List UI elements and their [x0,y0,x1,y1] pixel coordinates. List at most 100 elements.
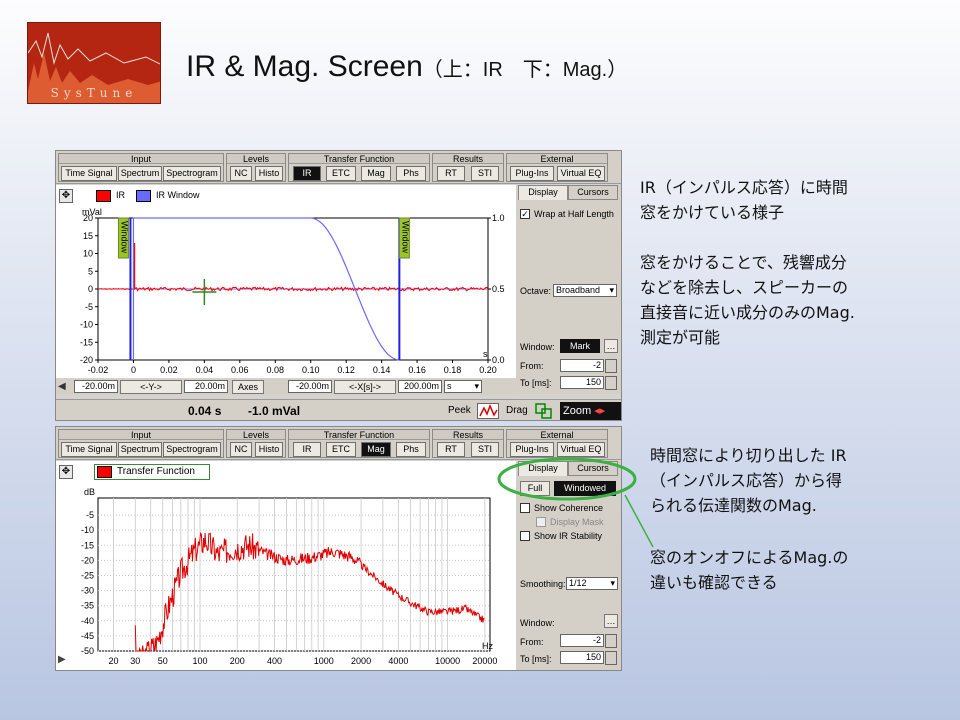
mag-y-tick-label: -15 [81,540,94,550]
drag-label: Drag [506,405,528,416]
ir-y-tick-label: 20 [83,213,93,223]
mag-y-tick-label: -50 [81,646,94,656]
spectrum-button[interactable]: Spectrum [118,442,162,457]
dropdown-arrow-icon: ▾ [609,285,614,295]
ir-status-bar: 0.04 s -1.0 mVal Peek Drag Zoom ◂▸ [56,399,621,420]
toolbar-group-input: Input Time Signal Spectrum Spectrogram [58,429,224,458]
spectrogram-button[interactable]: Spectrogram [163,166,221,181]
ir-chart: mVal20151050-5-10-15-201.00.50.0-0.02 0 0.… [80,207,505,375]
x-unit-select[interactable]: s ▾ [444,380,482,393]
y-scroll-button[interactable]: <-Y-> [120,380,182,394]
mag-x-tick-label: 1000 [314,656,334,666]
mag-plot-area[interactable]: ✥ Transfer Function dB -5 -10 -15 -20 -25 -30-… [56,461,516,670]
rt-button[interactable]: RT [437,442,465,457]
phs-button[interactable]: Phs [396,442,426,457]
axes-button[interactable]: Axes [232,380,264,394]
toolbar-group-results: Results RT STI [432,153,504,182]
mag-x-tick-label: 10000 [435,656,460,666]
group-label: External [507,430,607,440]
slide-title-main: IR & Mag. Screen [186,50,423,83]
mag-x-unit-label: Hz [482,641,493,651]
to-spinner-icon[interactable] [605,651,617,665]
to-spinner-icon[interactable] [605,376,617,390]
mark-button[interactable]: Mark [560,339,600,353]
mag-x-tick-label: 50 [158,656,168,666]
peek-label: Peek [448,405,471,416]
ir-button[interactable]: IR [293,166,321,181]
window-label: Window: [520,618,555,628]
note-line: （インパルス応答）から得 [650,471,843,490]
ir-x-tick-label: 0.06 [231,365,249,375]
window-options-button[interactable]: … [604,614,618,628]
plug-ins-button[interactable]: Plug-Ins [510,166,554,181]
toolbar-group-external: External Plug-Ins Virtual EQ [506,153,608,182]
zoom-button[interactable]: Zoom ◂▸ [560,402,621,420]
octave-select[interactable]: Broadband ▾ [553,284,617,297]
systune-logo: SysTune [27,22,161,104]
time-signal-button[interactable]: Time Signal [61,442,117,457]
note-line: IR（インパルス応答）に時間 [640,178,848,197]
toolbar-group-results: Results RT STI [432,429,504,458]
tab-cursors[interactable]: Cursors [568,185,618,200]
nc-button[interactable]: NC [230,166,252,181]
mag-button[interactable]: Mag [361,442,391,457]
ir-window-tick-label: 0.5 [492,284,505,294]
smoothing-value: 1/12 [569,578,587,588]
note-line: 窓のオンオフによるMag.の [650,548,849,567]
x-from-field[interactable]: -20.00m [288,380,332,393]
from-spinner-icon[interactable] [605,634,617,648]
smoothing-select[interactable]: 1/12 ▾ [566,577,618,590]
mag-x-tick-label: 200 [230,656,245,666]
window-tag-label: Window [119,221,129,254]
from-field[interactable]: -2 [560,634,604,647]
to-field[interactable]: 150 [560,651,604,664]
from-spinner-icon[interactable] [605,359,617,373]
spectrum-button[interactable]: Spectrum [118,166,162,181]
ir-x-tick-label: 0.16 [408,365,426,375]
x-scroll-button[interactable]: <-X[s]-> [334,380,396,394]
callout-arrow [624,494,654,548]
note-line: などを除去し、スピーカーの [640,278,849,297]
ir-plot-area[interactable]: ✥ IR IR Window mVal 20 15 10 5 0 -5 -10 -15 -20 1.… [56,185,516,378]
ir-x-tick-label: 0.20 [479,365,497,375]
peek-icon[interactable] [477,403,499,419]
sti-button[interactable]: STI [471,166,499,181]
note-line: られる伝達関数のMag. [650,496,817,515]
scroll-left-icon[interactable]: ◀ [58,381,66,392]
wrap-half-length-checkbox[interactable]: ✓ [520,209,530,219]
histo-button[interactable]: Histo [255,166,283,181]
etc-button[interactable]: ETC [326,442,356,457]
y-to-field[interactable]: 20.00m [184,380,228,393]
mag-y-tick-label: -40 [81,616,94,626]
octave-label: Octave: [520,286,552,296]
phs-button[interactable]: Phs [396,166,426,181]
rt-button[interactable]: RT [437,166,465,181]
window-tag-label: Window [400,221,410,254]
scroll-right-icon[interactable]: ▶ [58,654,66,665]
window-options-button[interactable]: … [604,339,618,353]
mag-x-tick-label: 2000 [351,656,371,666]
tab-display[interactable]: Display [518,185,568,200]
note-line: 測定が可能 [640,328,721,347]
from-field[interactable]: -2 [560,359,604,372]
virtual-eq-button[interactable]: Virtual EQ [557,166,605,181]
ir-button[interactable]: IR [293,442,321,457]
mag-x-tick-label: 4000 [388,656,408,666]
nc-button[interactable]: NC [230,442,252,457]
to-field[interactable]: 150 [560,376,604,389]
y-from-field[interactable]: -20.00m [74,380,118,393]
toolbar-group-input: Input Time Signal Spectrum Spectrogram [58,153,224,182]
mag-button[interactable]: Mag [361,166,391,181]
drag-icon[interactable] [535,403,553,419]
ir-x-tick-label: 0.02 [160,365,178,375]
histo-button[interactable]: Histo [255,442,283,457]
spectrogram-button[interactable]: Spectrogram [163,442,221,457]
dropdown-arrow-icon: ▾ [610,578,615,588]
note-window-toggle: 窓のオンオフによるMag.の 違いも確認できる [650,545,848,595]
ir-x-tick-label: 0.04 [196,365,214,375]
x-to-field[interactable]: 200.00m [398,380,442,393]
ir-x-tick-label: 0.14 [373,365,391,375]
time-signal-button[interactable]: Time Signal [61,166,117,181]
note-line: 時間窓により切り出した IR [650,446,847,465]
etc-button[interactable]: ETC [326,166,356,181]
